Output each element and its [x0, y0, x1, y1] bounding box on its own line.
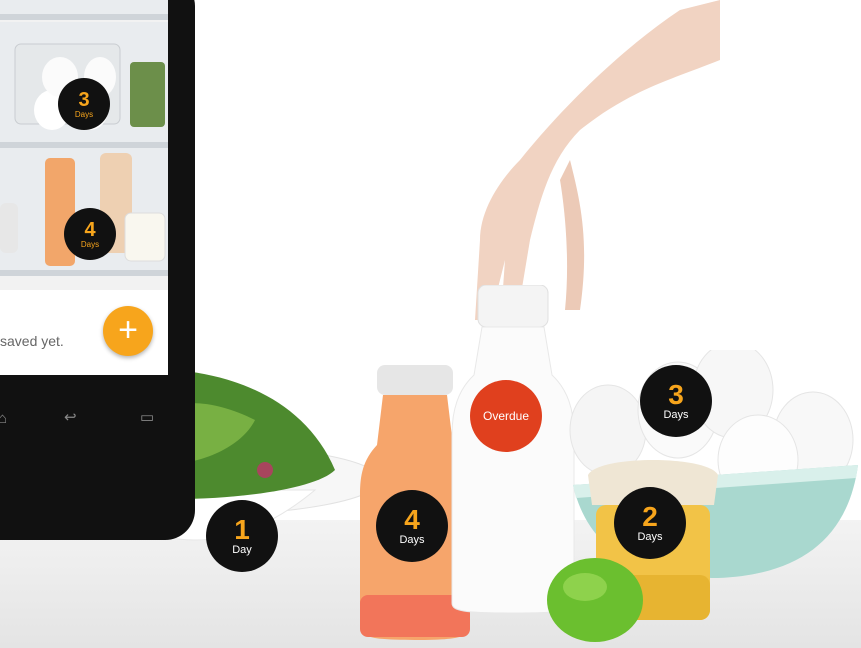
plus-icon: + [118, 311, 138, 349]
phone-screen: saved yet. + 3 Days 4 Days [0, 0, 168, 375]
add-button[interactable]: + [103, 306, 153, 356]
phone-badge-juice: 4 Days [64, 208, 116, 260]
badge-honey: 2 Days [614, 487, 686, 559]
badge-eggs: 3 Days [640, 365, 712, 437]
badge-salad: 1 Day [206, 500, 278, 572]
saved-status-text: saved yet. [0, 333, 64, 349]
smartphone: saved yet. + 3 Days 4 Days ⌂ ↩ ▭ [0, 0, 195, 540]
lime-image [547, 558, 643, 642]
fridge-shelf [0, 0, 168, 20]
recent-apps-icon[interactable]: ▭ [140, 408, 154, 426]
phone-badge-eggs: 3 Days [58, 78, 110, 130]
back-arrow-icon[interactable]: ↩ [64, 408, 77, 426]
badge-juice: 4 Days [376, 490, 448, 562]
home-icon[interactable]: ⌂ [0, 410, 7, 427]
badge-milk-overdue: Overdue [470, 380, 542, 452]
